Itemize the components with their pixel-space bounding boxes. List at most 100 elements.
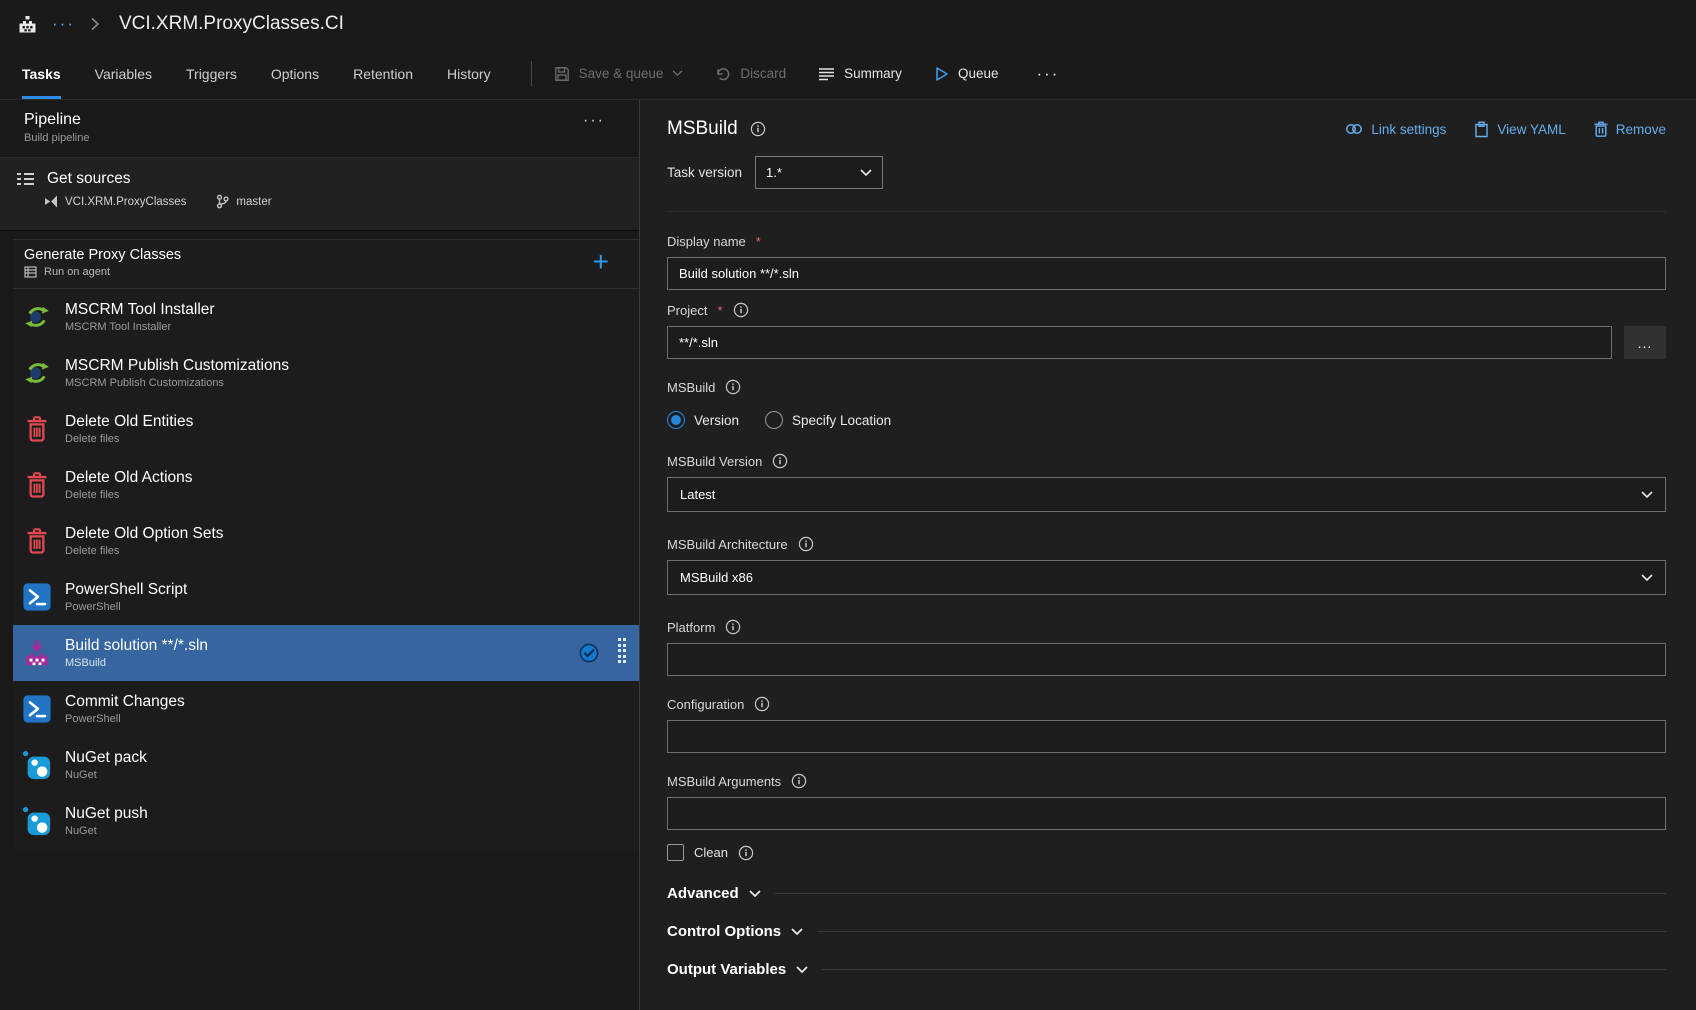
task-title: Delete Old Entities — [65, 413, 193, 431]
task-row[interactable]: NuGet push NuGet — [13, 793, 639, 849]
info-icon[interactable] — [754, 696, 770, 712]
task-icon — [22, 302, 52, 332]
repo-meta: VCI.XRM.ProxyClasses — [44, 194, 186, 209]
tab-retention[interactable]: Retention — [353, 48, 413, 99]
configuration-input[interactable] — [667, 720, 1666, 753]
msbuild-architecture-select[interactable]: MSBuild x86 — [667, 560, 1666, 595]
agent-job-header[interactable]: Generate Proxy Classes Run on agent + — [13, 239, 639, 289]
task-title: Delete Old Option Sets — [65, 525, 224, 543]
agent-icon — [24, 266, 37, 278]
project-input[interactable] — [667, 326, 1612, 359]
build-definition-icon — [18, 15, 37, 34]
tab-options[interactable]: Options — [271, 48, 319, 99]
task-icon — [22, 638, 52, 668]
task-icon — [22, 358, 52, 388]
task-row[interactable]: MSCRM Publish Customizations MSCRM Publi… — [13, 345, 639, 401]
clean-checkbox[interactable] — [667, 844, 684, 861]
breadcrumb-more-button[interactable]: ··· — [52, 19, 75, 29]
task-row[interactable]: Delete Old Actions Delete files — [13, 457, 639, 513]
branch-name: master — [236, 196, 271, 208]
pipeline-panel: Pipeline Build pipeline ··· Get sources … — [0, 100, 640, 1010]
task-title: PowerShell Script — [65, 581, 187, 599]
task-subtitle: Delete files — [65, 433, 193, 445]
link-settings-button[interactable]: Link settings — [1345, 121, 1446, 137]
summary-button[interactable]: Summary — [818, 66, 902, 82]
branch-icon — [216, 194, 229, 209]
section-control-options[interactable]: Control Options — [667, 923, 1666, 940]
task-row[interactable]: Commit Changes PowerShell — [13, 681, 639, 737]
tab-triggers[interactable]: Triggers — [186, 48, 237, 99]
toolbar-more-button[interactable]: ··· — [1036, 64, 1059, 84]
platform-input[interactable] — [667, 643, 1666, 676]
section-output-variables[interactable]: Output Variables — [667, 961, 1666, 978]
section-title: Advanced — [667, 885, 739, 902]
agent-job-subtitle: Run on agent — [44, 266, 110, 278]
task-detail-panel: MSBuild Link settings View YAML — [640, 100, 1696, 1010]
pipeline-more-button[interactable]: ··· — [583, 112, 605, 130]
task-row[interactable]: MSCRM Tool Installer MSCRM Tool Installe… — [13, 289, 639, 345]
tab-tasks[interactable]: Tasks — [22, 48, 61, 99]
radio-dot — [765, 411, 783, 429]
info-icon[interactable] — [798, 536, 814, 552]
queue-button[interactable]: Queue — [934, 66, 999, 82]
display-name-input[interactable] — [667, 257, 1666, 290]
task-icon — [22, 470, 52, 500]
task-version-select[interactable]: 1.* — [755, 156, 883, 189]
discard-button[interactable]: Discard — [715, 66, 786, 82]
spacer — [0, 231, 639, 239]
msbuild-label: MSBuild — [667, 379, 1666, 395]
task-row[interactable]: Delete Old Entities Delete files — [13, 401, 639, 457]
task-subtitle: PowerShell — [65, 601, 187, 613]
info-icon[interactable] — [750, 121, 766, 137]
project-browse-button[interactable]: ... — [1624, 326, 1666, 359]
msbuild-arguments-input[interactable] — [667, 797, 1666, 830]
msbuild-version-select[interactable]: Latest — [667, 477, 1666, 512]
msbuild-architecture-label: MSBuild Architecture — [667, 536, 1666, 552]
repo-name: VCI.XRM.ProxyClasses — [65, 196, 186, 208]
repo-icon — [44, 194, 58, 209]
info-icon[interactable] — [733, 302, 749, 318]
section-rule — [822, 969, 1666, 970]
task-title: Build solution **/*.sln — [65, 637, 208, 655]
task-subtitle: MSCRM Publish Customizations — [65, 377, 289, 389]
chevron-down-icon — [791, 928, 803, 936]
tab-variables[interactable]: Variables — [95, 48, 152, 99]
info-icon[interactable] — [772, 453, 788, 469]
task-row[interactable]: Delete Old Option Sets Delete files — [13, 513, 639, 569]
add-task-button[interactable]: + — [593, 248, 609, 276]
remove-task-button[interactable]: Remove — [1594, 121, 1666, 137]
task-row[interactable]: PowerShell Script PowerShell — [13, 569, 639, 625]
task-subtitle: Delete files — [65, 545, 224, 557]
section-advanced[interactable]: Advanced — [667, 885, 1666, 902]
radio-version[interactable]: Version — [667, 411, 739, 429]
task-icon — [22, 694, 52, 724]
task-row[interactable]: NuGet pack NuGet — [13, 737, 639, 793]
tab-history[interactable]: History — [447, 48, 491, 99]
task-version-label: Task version — [667, 165, 742, 180]
msbuild-radio-group: Version Specify Location — [667, 411, 1666, 429]
task-subtitle: NuGet — [65, 769, 147, 781]
breadcrumb-chevron-icon — [90, 17, 100, 31]
save-icon — [554, 66, 570, 82]
radio-specify-location[interactable]: Specify Location — [765, 411, 891, 429]
display-name-label: Display name* — [667, 234, 1666, 249]
task-detail-header: MSBuild Link settings View YAML — [667, 118, 1666, 140]
summary-label: Summary — [844, 66, 902, 81]
view-yaml-button[interactable]: View YAML — [1474, 121, 1565, 138]
drag-handle[interactable] — [618, 638, 627, 663]
task-enabled-check-icon[interactable] — [579, 643, 599, 663]
task-subtitle: MSCRM Tool Installer — [65, 321, 215, 333]
info-icon[interactable] — [791, 773, 807, 789]
collapsed-sections: Advanced Control Options Output Variable… — [667, 885, 1666, 978]
pipeline-subtitle: Build pipeline — [24, 132, 639, 144]
task-row[interactable]: Build solution **/*.sln MSBuild — [13, 625, 639, 681]
discard-label: Discard — [740, 66, 786, 81]
info-icon[interactable] — [725, 619, 741, 635]
get-sources-row[interactable]: Get sources VCI.XRM.ProxyClasses master — [0, 157, 639, 231]
top-header: ··· VCI.XRM.ProxyClasses.CI — [0, 0, 1696, 48]
info-icon[interactable] — [725, 379, 741, 395]
save-queue-button[interactable]: Save & queue — [554, 66, 684, 82]
info-icon[interactable] — [738, 845, 754, 861]
page-title: VCI.XRM.ProxyClasses.CI — [119, 13, 344, 35]
undo-icon — [715, 66, 731, 82]
